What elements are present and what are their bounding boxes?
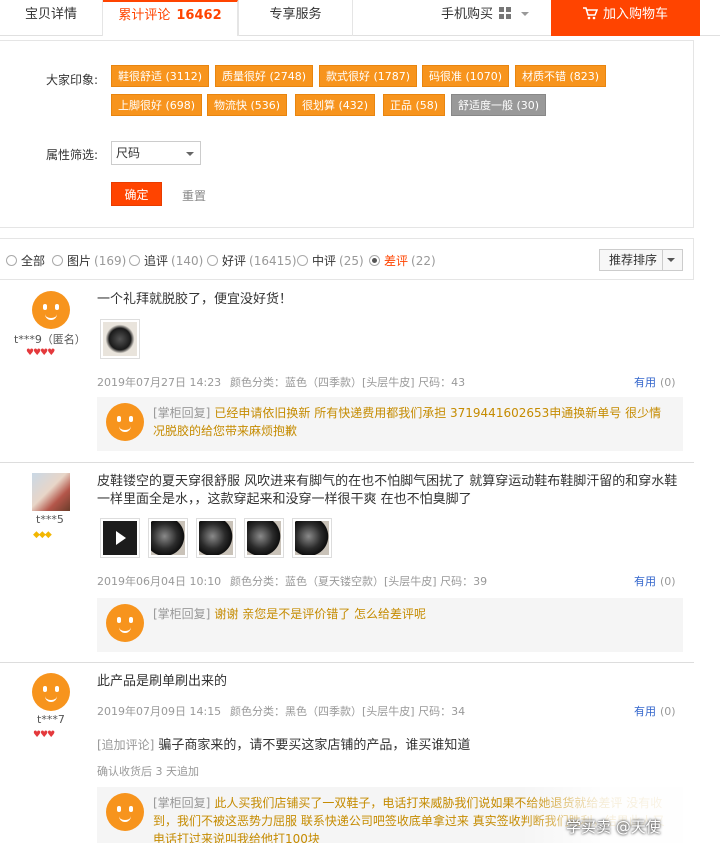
radio-selected-icon [369, 255, 380, 266]
tab-bar: 宝贝详情 累计评论 16462 专享服务 手机购买 加入购物车 [0, 0, 720, 36]
review-photo[interactable] [196, 518, 236, 558]
username: t***5 [36, 513, 64, 526]
qr-code-icon [499, 7, 511, 19]
followup-review: [追加评论] 骗子商家来的，请不要买这家店铺的产品，谁买谁知道 [97, 734, 470, 753]
buyer-level-heart-icon: ♥♥♥ [33, 730, 55, 740]
review-meta: 2019年06月04日 10:10 颜色分类：蓝色（夏天镂空款）[头层牛皮] 尺码… [97, 573, 487, 589]
avatar[interactable] [32, 473, 70, 511]
radio-icon [207, 255, 218, 266]
review-photos [100, 319, 148, 359]
confirm-button[interactable]: 确定 [111, 182, 162, 206]
review-item: t***5 ◆◆◆ 皮鞋镂空的夏天穿很舒服 风吹进来有脚气的在也不怕脚气困扰了 … [0, 463, 694, 663]
avatar[interactable] [32, 673, 70, 711]
reply-prefix: [掌柜回复] [153, 406, 211, 420]
review-item: t***9（匿名） ♥♥♥♥ 一个礼拜就脱胶了，便宜没好货！ 2019年07月2… [0, 281, 694, 463]
radio-negative[interactable]: 差评 (22) [369, 252, 436, 269]
radio-followup[interactable]: 追评 (140) [129, 252, 203, 269]
buyer-level-diamond-icon: ◆◆◆ [33, 530, 52, 540]
review-photos [100, 518, 340, 558]
add-to-cart-button[interactable]: 加入购物车 [551, 0, 700, 36]
review-spec: 颜色分类：黑色（四季款）[头层牛皮] 尺码：34 [230, 705, 466, 718]
chevron-down-icon [521, 12, 529, 16]
sort-dropdown[interactable]: 推荐排序 [599, 249, 683, 271]
mobile-buy[interactable]: 手机购买 [420, 0, 550, 36]
impression-tag[interactable]: 正品 (58) [383, 94, 446, 116]
mobile-buy-label: 手机购买 [440, 7, 493, 22]
tab-reviews-label: 累计评论 [118, 8, 171, 23]
avatar[interactable] [32, 291, 70, 329]
cart-icon [582, 7, 599, 20]
helpful-button[interactable]: 有用 (0) [634, 573, 676, 589]
tab-detail-label: 宝贝详情 [24, 7, 77, 22]
seller-avatar [106, 403, 144, 441]
review-photo[interactable] [244, 518, 284, 558]
buyer-level-heart-icon: ♥♥♥♥ [26, 348, 55, 358]
impression-label: 大家印象: [46, 73, 99, 87]
review-date: 2019年07月27日 14:23 [97, 376, 222, 389]
impression-tag[interactable]: 款式很好 (1787) [319, 65, 418, 87]
reply-text: 谢谢 亲您是不是评价错了 怎么给差评呢 [214, 607, 427, 621]
tab-detail[interactable]: 宝贝详情 [0, 0, 103, 36]
tab-service-label: 专享服务 [269, 7, 322, 22]
radio-neutral[interactable]: 中评 (25) [297, 252, 364, 269]
review-spec: 颜色分类：蓝色（四季款）[头层牛皮] 尺码：43 [230, 376, 466, 389]
impression-tag[interactable]: 材质不错 (823) [515, 65, 607, 87]
chevron-down-icon [667, 258, 675, 262]
radio-icon [129, 255, 140, 266]
add-to-cart-label: 加入购物车 [602, 7, 668, 22]
radio-icon [6, 255, 17, 266]
impression-tag[interactable]: 上脚很好 (698) [111, 94, 203, 116]
review-date: 2019年06月04日 10:10 [97, 575, 222, 588]
reply-prefix: [掌柜回复] [153, 796, 211, 810]
radio-images[interactable]: 图片 (169) [52, 252, 126, 269]
review-meta: 2019年07月09日 14:15 颜色分类：黑色（四季款）[头层牛皮] 尺码：3… [97, 703, 465, 719]
radio-positive[interactable]: 好评 (16415) [207, 252, 297, 269]
seller-avatar [106, 604, 144, 642]
review-text: 此产品是刷单刷出来的 [97, 674, 228, 689]
impression-tag[interactable]: 物流快 (536) [207, 94, 288, 116]
followup-prefix: [追加评论] [97, 738, 155, 752]
reply-text: 已经申请依旧换新 所有快递费用都我们承担 3719441602653申通换新单号… [153, 406, 662, 438]
followup-text: 骗子商家来的，请不要买这家店铺的产品，谁买谁知道 [158, 738, 471, 753]
helpful-button[interactable]: 有用 (0) [634, 703, 676, 719]
seller-reply: [掌柜回复] 谢谢 亲您是不是评价错了 怎么给差评呢 [97, 598, 683, 652]
radio-icon [52, 255, 63, 266]
followup-note: 确认收货后 3 天追加 [97, 765, 199, 778]
review-text: 皮鞋镂空的夏天穿很舒服 风吹进来有脚气的在也不怕脚气困扰了 就算穿运动鞋布鞋脚汗… [97, 474, 678, 507]
username: t***9（匿名） [14, 333, 86, 346]
impression-filter-panel: 大家印象: 鞋很舒适 (3112) 质量很好 (2748) 款式很好 (1787… [0, 40, 694, 228]
review-type-filter: 全部 图片 (169) 追评 (140) 好评 (16415) 中评 (25) 差评 (2… [0, 238, 694, 280]
sort-label: 推荐排序 [609, 253, 658, 267]
radio-icon [297, 255, 308, 266]
seller-reply: [掌柜回复] 已经申请依旧换新 所有快递费用都我们承担 3719441602653… [97, 397, 683, 451]
impression-tag[interactable]: 鞋很舒适 (3112) [111, 65, 210, 87]
review-photo[interactable] [292, 518, 332, 558]
impression-tag[interactable]: 质量很好 (2748) [215, 65, 314, 87]
size-select[interactable]: 尺码 [111, 141, 201, 165]
review-spec: 颜色分类：蓝色（夏天镂空款）[头层牛皮] 尺码：39 [230, 575, 488, 588]
impression-tag[interactable]: 很划算 (432) [295, 94, 376, 116]
username: t***7 [37, 713, 65, 726]
reset-button[interactable]: 重置 [182, 187, 206, 204]
review-photo[interactable] [100, 319, 140, 359]
reviews-count: 16462 [176, 8, 222, 23]
tab-reviews[interactable]: 累计评论 16462 [103, 0, 238, 36]
review-video[interactable] [100, 518, 140, 558]
attr-filter-label: 属性筛选: [46, 148, 99, 162]
helpful-button[interactable]: 有用 (0) [634, 374, 676, 390]
watermark: 学买卖 @天使 [566, 818, 661, 836]
tab-service[interactable]: 专享服务 [238, 0, 353, 36]
seller-avatar [106, 793, 144, 831]
review-text: 一个礼拜就脱胶了，便宜没好货！ [97, 292, 293, 307]
radio-all[interactable]: 全部 [6, 252, 45, 269]
impression-tag[interactable]: 码很准 (1070) [422, 65, 510, 87]
chevron-down-icon [186, 152, 194, 156]
review-meta: 2019年07月27日 14:23 颜色分类：蓝色（四季款）[头层牛皮] 尺码：4… [97, 374, 465, 390]
impression-tag-negative[interactable]: 舒适度一般 (30) [451, 94, 547, 116]
size-select-value: 尺码 [116, 146, 141, 160]
reply-prefix: [掌柜回复] [153, 607, 211, 621]
review-date: 2019年07月09日 14:15 [97, 705, 222, 718]
review-photo[interactable] [148, 518, 188, 558]
